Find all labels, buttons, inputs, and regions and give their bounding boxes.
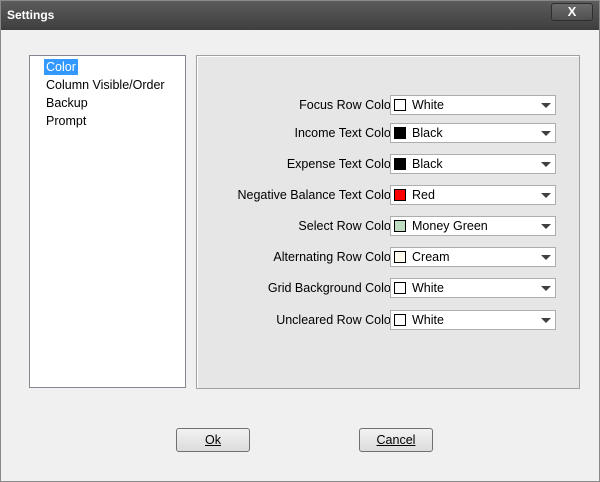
negative-balance-text-color-select[interactable]: Red xyxy=(390,185,556,205)
color-swatch xyxy=(394,127,406,139)
setting-row-expense-text-color: Expense Text Color Black xyxy=(197,154,581,174)
dialog-body: Color Column Visible/Order Backup Prompt… xyxy=(8,30,592,476)
color-settings-panel: Focus Row Color White Income Text Color … xyxy=(196,55,580,389)
category-item-color[interactable]: Color xyxy=(44,59,78,75)
color-swatch xyxy=(394,251,406,263)
setting-label: Grid Background Color xyxy=(267,281,395,295)
dropdown-arrow-icon[interactable] xyxy=(541,193,551,198)
setting-label: Alternating Row Color xyxy=(273,250,395,264)
setting-row-negative-balance-text-color: Negative Balance Text Color Red xyxy=(197,185,581,205)
close-button[interactable]: X xyxy=(551,3,593,21)
category-item-column-visible-order[interactable]: Column Visible/Order xyxy=(44,77,167,93)
dropdown-arrow-icon[interactable] xyxy=(541,255,551,260)
selected-color: White xyxy=(412,98,444,112)
category-list: Color Column Visible/Order Backup Prompt xyxy=(29,55,186,388)
dropdown-arrow-icon[interactable] xyxy=(541,103,551,108)
window-title: Settings xyxy=(7,8,55,22)
selected-color: Black xyxy=(412,126,443,140)
selected-color: Red xyxy=(412,188,435,202)
category-label: Prompt xyxy=(46,114,87,128)
dropdown-arrow-icon[interactable] xyxy=(541,318,551,323)
cancel-button[interactable]: Cancel xyxy=(359,428,433,452)
uncleared-row-color-select[interactable]: White xyxy=(390,310,556,330)
selected-color: Cream xyxy=(412,250,450,264)
title-bar[interactable]: Settings X xyxy=(1,1,599,30)
cancel-button-label: Cancel xyxy=(376,433,416,447)
selected-color: White xyxy=(412,313,444,327)
setting-row-alternating-row-color: Alternating Row Color Cream xyxy=(197,247,581,267)
setting-row-uncleared-row-color: Uncleared Row Color White xyxy=(197,310,581,330)
setting-label: Expense Text Color xyxy=(286,157,395,171)
category-label: Backup xyxy=(46,96,88,110)
select-row-color-select[interactable]: Money Green xyxy=(390,216,556,236)
setting-row-select-row-color: Select Row Color Money Green xyxy=(197,216,581,236)
selected-color: Money Green xyxy=(412,219,488,233)
color-swatch xyxy=(394,314,406,326)
alternating-row-color-select[interactable]: Cream xyxy=(390,247,556,267)
category-item-backup[interactable]: Backup xyxy=(44,95,90,111)
category-label: Color xyxy=(46,60,76,74)
category-label: Column Visible/Order xyxy=(46,78,165,92)
ok-button-label: Ok xyxy=(205,433,221,447)
setting-row-focus-row-color: Focus Row Color White xyxy=(197,95,581,115)
setting-row-grid-background-color: Grid Background Color White xyxy=(197,278,581,298)
dropdown-arrow-icon[interactable] xyxy=(541,162,551,167)
category-item-prompt[interactable]: Prompt xyxy=(44,113,88,129)
settings-dialog: Settings X Color Column Visible/Order Ba… xyxy=(0,0,600,482)
close-icon: X xyxy=(567,4,577,19)
income-text-color-select[interactable]: Black xyxy=(390,123,556,143)
setting-label: Uncleared Row Color xyxy=(276,313,395,327)
dropdown-arrow-icon[interactable] xyxy=(541,224,551,229)
setting-label: Income Text Color xyxy=(294,126,395,140)
color-swatch xyxy=(394,189,406,201)
setting-label: Select Row Color xyxy=(298,219,395,233)
ok-button[interactable]: Ok xyxy=(176,428,250,452)
setting-row-income-text-color: Income Text Color Black xyxy=(197,123,581,143)
expense-text-color-select[interactable]: Black xyxy=(390,154,556,174)
selected-color: Black xyxy=(412,157,443,171)
dropdown-arrow-icon[interactable] xyxy=(541,131,551,136)
color-swatch xyxy=(394,158,406,170)
focus-row-color-select[interactable]: White xyxy=(390,95,556,115)
dropdown-arrow-icon[interactable] xyxy=(541,286,551,291)
color-swatch xyxy=(394,282,406,294)
setting-label: Focus Row Color xyxy=(299,98,395,112)
setting-label: Negative Balance Text Color xyxy=(237,188,396,202)
color-swatch xyxy=(394,220,406,232)
selected-color: White xyxy=(412,281,444,295)
grid-background-color-select[interactable]: White xyxy=(390,278,556,298)
color-swatch xyxy=(394,99,406,111)
